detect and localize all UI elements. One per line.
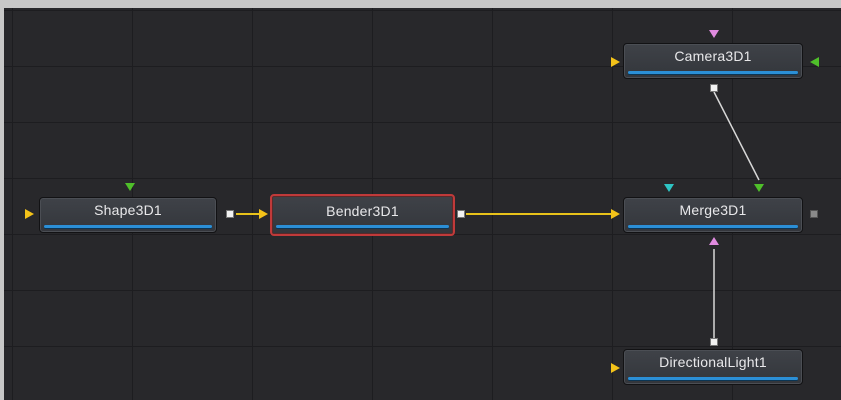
node-shape3d1[interactable]: Shape3D1	[39, 197, 217, 233]
node-label-merge3d1: Merge3D1	[679, 202, 747, 218]
light-output-port-icon[interactable]	[710, 338, 718, 346]
merge-camera-input-icon[interactable]	[754, 184, 764, 192]
node-status-bar	[628, 225, 798, 228]
node-status-bar	[628, 71, 798, 74]
node-status-bar	[44, 225, 212, 228]
merge-output-port-icon[interactable]	[810, 210, 818, 218]
node-status-bar	[276, 225, 449, 228]
node-label-camera3d1: Camera3D1	[674, 48, 752, 64]
node-label-bender3d1: Bender3D1	[326, 203, 399, 219]
node-camera3d1[interactable]: Camera3D1	[623, 43, 803, 79]
merge-input-arrow-icon[interactable]	[611, 209, 620, 219]
node-bender3d1[interactable]: Bender3D1	[270, 194, 455, 236]
shape-input-arrow-icon[interactable]	[25, 209, 34, 219]
bender-input-arrow-icon[interactable]	[259, 209, 268, 219]
node-flow-canvas[interactable]: Shape3D1 Bender3D1 Merge3D1 Camera3D1 Di…	[4, 8, 841, 400]
wire-camera-to-merge[interactable]	[713, 91, 760, 181]
merge-scene-input-icon[interactable]	[664, 184, 674, 192]
camera-scene-input-icon[interactable]	[810, 57, 819, 67]
camera-background-input-icon[interactable]	[611, 57, 620, 67]
light-input-arrow-icon[interactable]	[611, 363, 620, 373]
camera-input-icon[interactable]	[709, 30, 719, 38]
shape-output-port-icon[interactable]	[226, 210, 234, 218]
camera-output-port-icon[interactable]	[710, 84, 718, 92]
node-merge3d1[interactable]: Merge3D1	[623, 197, 803, 233]
node-status-bar	[628, 377, 798, 380]
shape-scene-input-icon[interactable]	[125, 183, 135, 191]
bender-output-port-icon[interactable]	[457, 210, 465, 218]
node-label-shape3d1: Shape3D1	[94, 202, 162, 218]
merge-light-input-icon[interactable]	[709, 237, 719, 245]
node-label-directionallight1: DirectionalLight1	[659, 354, 767, 370]
node-directionallight1[interactable]: DirectionalLight1	[623, 349, 803, 385]
